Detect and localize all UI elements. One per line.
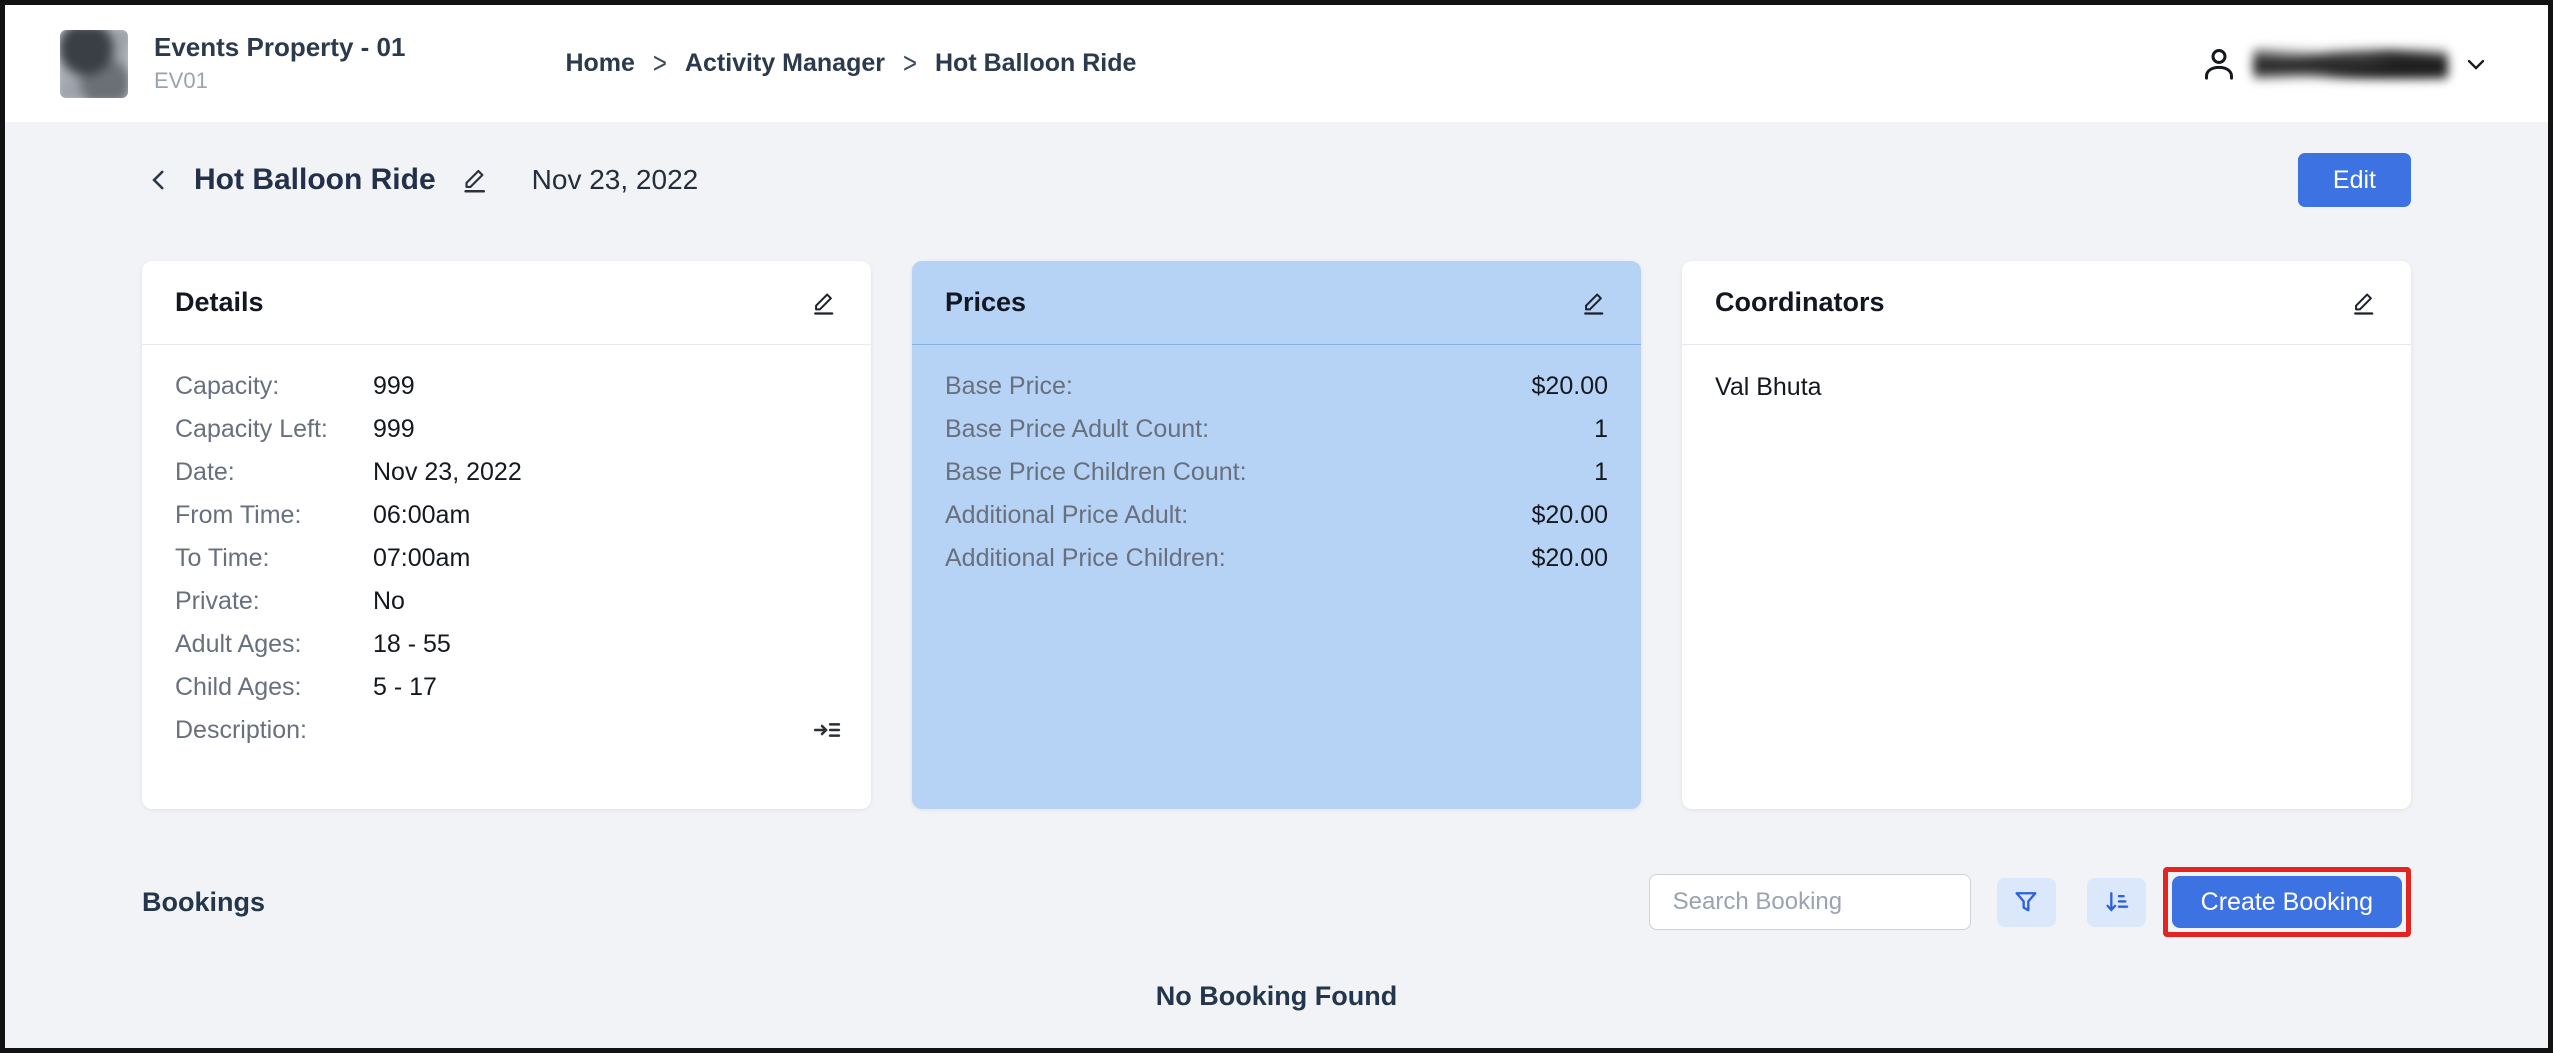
prices-card-body: Base Price: $20.00 Base Price Adult Coun… <box>912 345 1641 809</box>
breadcrumb-item-activity-manager[interactable]: Activity Manager <box>685 49 885 78</box>
details-card: Details Capacity: 999 Capacity Left <box>142 261 871 809</box>
property-info: Events Property - 01 EV01 <box>154 31 405 96</box>
coordinators-card-header: Coordinators <box>1682 261 2411 345</box>
breadcrumb-item-current: Hot Balloon Ride <box>935 49 1136 78</box>
user-menu[interactable] <box>2199 44 2490 84</box>
price-row-additional-children: Additional Price Children: $20.00 <box>945 537 1608 580</box>
create-booking-button[interactable]: Create Booking <box>2172 876 2402 928</box>
breadcrumb-separator-icon: > <box>903 46 917 81</box>
prices-card-title: Prices <box>945 287 1026 318</box>
sort-amount-icon <box>2102 888 2130 916</box>
detail-row-capacity-left: Capacity Left: 999 <box>175 408 838 451</box>
price-row-base-children-count: Base Price Children Count: 1 <box>945 451 1608 494</box>
details-card-title: Details <box>175 287 264 318</box>
coordinators-card-title: Coordinators <box>1715 287 1885 318</box>
info-cards: Details Capacity: 999 Capacity Left <box>142 261 2411 809</box>
activity-date: Nov 23, 2022 <box>532 164 699 196</box>
page-title: Hot Balloon Ride <box>194 163 436 197</box>
edit-title-icon[interactable] <box>460 165 490 195</box>
back-button[interactable] <box>142 163 176 197</box>
page-content: Hot Balloon Ride Nov 23, 2022 Edit Detai… <box>5 122 2548 1048</box>
property-logo <box>60 30 128 98</box>
search-booking-input[interactable] <box>1649 874 1971 930</box>
create-booking-highlight: Create Booking <box>2163 867 2411 937</box>
chevron-down-icon <box>2462 50 2490 78</box>
edit-coordinators-icon[interactable] <box>2350 289 2378 317</box>
edit-prices-icon[interactable] <box>1580 289 1608 317</box>
bookings-section-header: Bookings <box>142 867 2411 937</box>
no-booking-found-text: No Booking Found <box>1156 981 1397 1011</box>
app-window: Events Property - 01 EV01 Home > Activit… <box>0 0 2553 1053</box>
detail-row-private: Private: No <box>175 580 838 623</box>
detail-row-adult-ages: Adult Ages: 18 - 55 <box>175 623 838 666</box>
details-card-header: Details <box>142 261 871 345</box>
property-logo-image-redacted <box>60 30 128 98</box>
funnel-icon <box>2012 888 2040 916</box>
price-row-base-price: Base Price: $20.00 <box>945 365 1608 408</box>
coordinators-card: Coordinators Val Bhuta <box>1682 261 2411 809</box>
top-bar: Events Property - 01 EV01 Home > Activit… <box>5 5 2548 122</box>
person-icon <box>2199 44 2239 84</box>
bookings-section-title: Bookings <box>142 887 265 918</box>
price-row-additional-adult: Additional Price Adult: $20.00 <box>945 494 1608 537</box>
bookings-empty-state: No Booking Found <box>142 981 2411 1012</box>
coordinator-name: Val Bhuta <box>1715 373 2378 402</box>
detail-row-description: Description: <box>175 709 838 752</box>
detail-row-from-time: From Time: 06:00am <box>175 494 838 537</box>
details-card-body: Capacity: 999 Capacity Left: 999 Date: N… <box>142 345 871 809</box>
prices-card-header: Prices <box>912 261 1641 345</box>
filter-button[interactable] <box>1997 878 2056 927</box>
detail-row-child-ages: Child Ages: 5 - 17 <box>175 666 838 709</box>
edit-details-icon[interactable] <box>810 289 838 317</box>
prices-card: Prices Base Price: $20.00 Base Pric <box>912 261 1641 809</box>
sort-button[interactable] <box>2087 878 2146 927</box>
detail-row-to-time: To Time: 07:00am <box>175 537 838 580</box>
breadcrumb: Home > Activity Manager > Hot Balloon Ri… <box>565 49 1136 78</box>
detail-row-capacity: Capacity: 999 <box>175 365 838 408</box>
bookings-toolbar: Create Booking <box>1649 867 2411 937</box>
breadcrumb-item-home[interactable]: Home <box>565 49 634 78</box>
coordinators-card-body: Val Bhuta <box>1682 345 2411 809</box>
breadcrumb-separator-icon: > <box>653 46 667 81</box>
property-name: Events Property - 01 <box>154 31 405 63</box>
user-name-redacted <box>2253 49 2448 79</box>
edit-button[interactable]: Edit <box>2298 153 2411 207</box>
property-code: EV01 <box>154 66 405 96</box>
description-expand-icon[interactable] <box>812 715 842 745</box>
price-row-base-adult-count: Base Price Adult Count: 1 <box>945 408 1608 451</box>
activity-title-row: Hot Balloon Ride Nov 23, 2022 Edit <box>142 153 2411 207</box>
detail-row-date: Date: Nov 23, 2022 <box>175 451 838 494</box>
